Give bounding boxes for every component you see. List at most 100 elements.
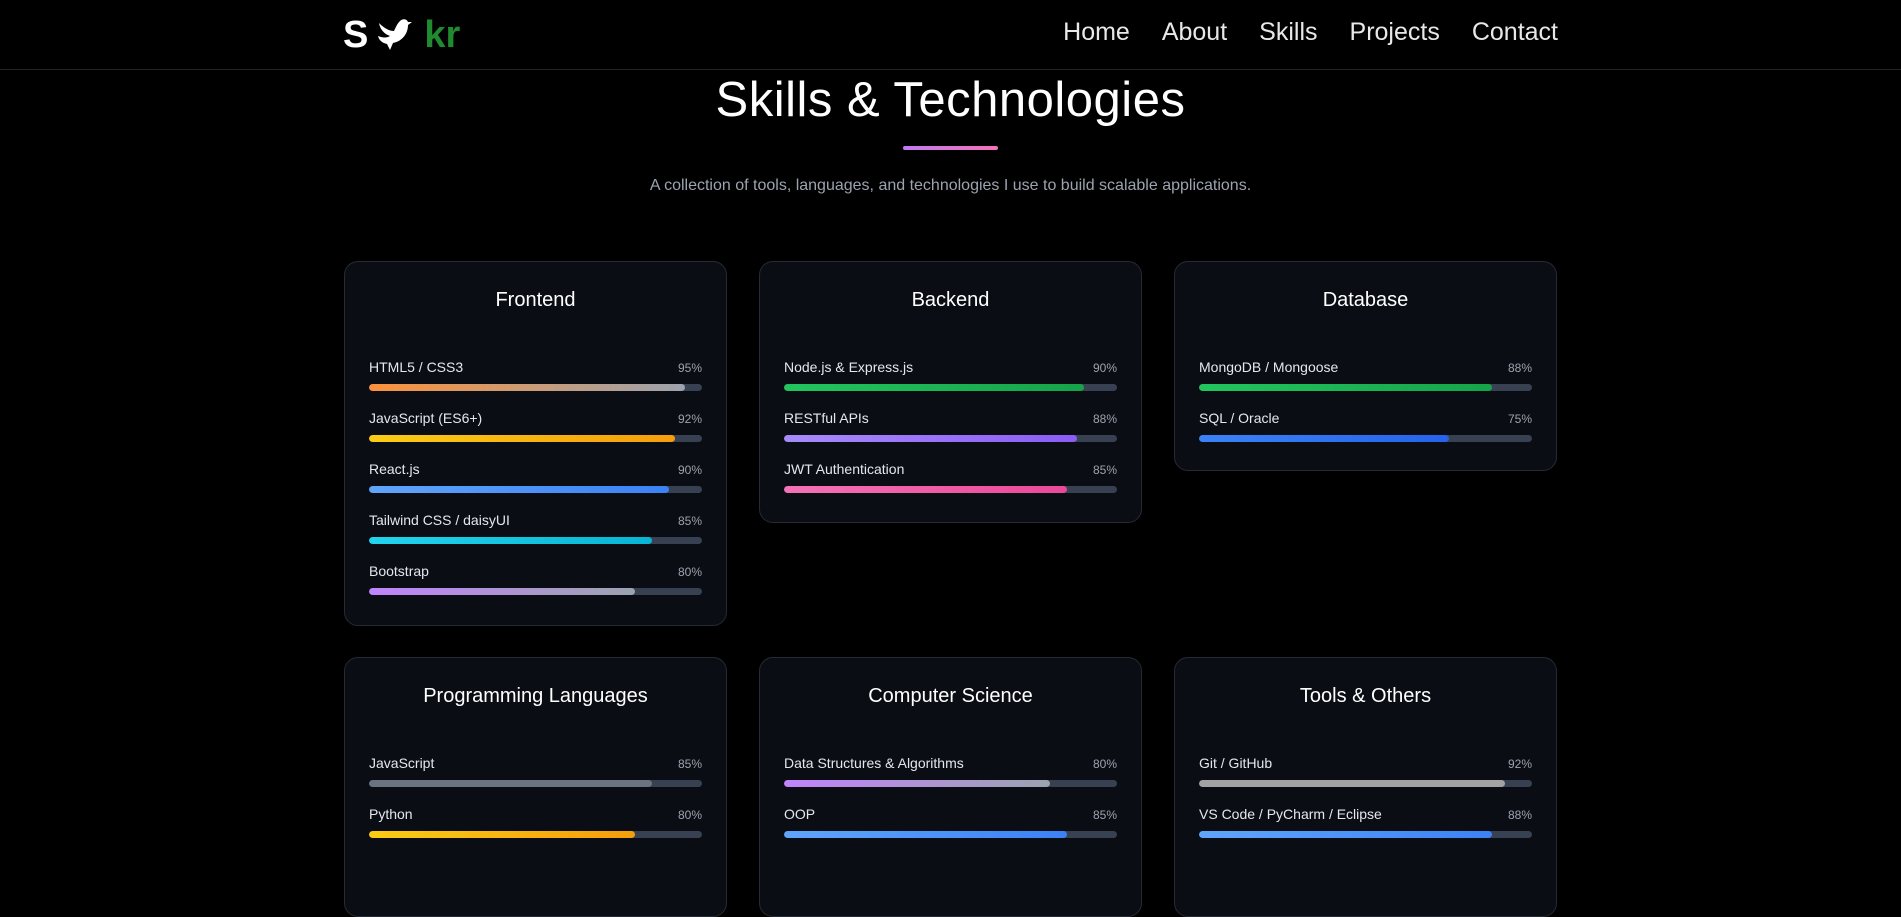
skill-name: Git / GitHub (1199, 755, 1273, 771)
skill-item: RESTful APIs 88% (784, 410, 1117, 461)
skill-item: Git / GitHub 92% (1199, 755, 1532, 806)
skill-progress-track (369, 831, 702, 838)
card-title: Computer Science (868, 685, 1033, 707)
skill-percent: 88% (1092, 412, 1117, 426)
skill-item: MongoDB / Mongoose 88% (1199, 359, 1532, 410)
skill-percent: 75% (1507, 412, 1532, 426)
skill-progress-track (784, 780, 1117, 787)
card-title: Frontend (495, 289, 576, 311)
skill-name: HTML5 / CSS3 (369, 359, 464, 375)
skill-percent: 80% (677, 808, 702, 822)
skill-item: Tailwind CSS / daisyUI 85% (369, 512, 702, 563)
skill-progress-track (1199, 831, 1532, 838)
skill-list: JavaScript 85% Python 80% (345, 755, 726, 857)
skill-percent: 80% (677, 565, 702, 579)
skill-list: MongoDB / Mongoose 88% SQL / Oracle 75% (1175, 359, 1556, 461)
skill-percent: 90% (677, 463, 702, 477)
logo-letter: S (343, 14, 369, 56)
skill-name: Python (369, 806, 413, 822)
skill-card-programming-languages: Programming Languages JavaScript 85% Pyth… (344, 657, 727, 917)
skill-progress-track (369, 435, 702, 442)
skill-progress-fill (784, 384, 1084, 391)
skill-name: JavaScript (369, 755, 435, 771)
skill-progress-fill (784, 780, 1051, 787)
skill-progress-track (369, 486, 702, 493)
skill-progress-fill (1199, 831, 1493, 838)
skill-name: React.js (369, 461, 420, 477)
nav-contact[interactable]: Contact (1472, 18, 1558, 47)
skill-name: RESTful APIs (784, 410, 869, 426)
skill-name: Bootstrap (369, 563, 429, 579)
skill-percent: 92% (1507, 757, 1532, 771)
skill-card-frontend: Frontend HTML5 / CSS3 95% JavaScript (ES6… (344, 261, 727, 626)
nav-projects[interactable]: Projects (1350, 18, 1440, 47)
skill-name: OOP (784, 806, 816, 822)
skill-name: SQL / Oracle (1199, 410, 1280, 426)
skill-progress-track (369, 537, 702, 544)
skill-progress-track (1199, 384, 1532, 391)
skill-percent: 80% (1092, 757, 1117, 771)
skill-card-tools-others: Tools & Others Git / GitHub 92% VS Code /… (1174, 657, 1557, 917)
skill-percent: 88% (1507, 361, 1532, 375)
skill-name: Node.js & Express.js (784, 359, 914, 375)
nav-skills[interactable]: Skills (1259, 18, 1317, 47)
skill-card-computer-science: Computer Science Data Structures & Algor… (759, 657, 1142, 917)
skill-percent: 88% (1507, 808, 1532, 822)
skill-progress-track (784, 831, 1117, 838)
skill-progress-fill (369, 384, 686, 391)
nav-about[interactable]: About (1162, 18, 1227, 47)
nav-home[interactable]: Home (1063, 18, 1130, 47)
skill-progress-track (369, 780, 702, 787)
skill-item: React.js 90% (369, 461, 702, 512)
section-subtitle: A collection of tools, languages, and te… (649, 177, 1252, 194)
skill-progress-track (369, 588, 702, 595)
skill-progress-track (784, 435, 1117, 442)
skill-item: VS Code / PyCharm / Eclipse 88% (1199, 806, 1532, 857)
skill-progress-track (784, 486, 1117, 493)
skill-item: Python 80% (369, 806, 702, 857)
skill-progress-fill (1199, 780, 1506, 787)
skill-percent: 85% (677, 757, 702, 771)
skill-percent: 85% (677, 514, 702, 528)
skill-card-backend: Backend Node.js & Express.js 90% RESTful … (759, 261, 1142, 523)
section-title: Skills & Technologies (715, 73, 1186, 127)
logo-letters: kr (424, 14, 461, 56)
skill-progress-fill (1199, 384, 1493, 391)
skill-progress-fill (369, 780, 653, 787)
skill-item: Data Structures & Algorithms 80% (784, 755, 1117, 806)
skill-progress-fill (1199, 435, 1449, 442)
card-title: Database (1322, 289, 1409, 311)
card-title: Backend (911, 289, 990, 311)
skill-name: JWT Authentication (784, 461, 905, 477)
skill-progress-fill (369, 486, 669, 493)
navbar: S kr Home About Skills Projects Contact (0, 0, 1901, 70)
skill-name: Data Structures & Algorithms (784, 755, 964, 771)
skill-percent: 90% (1092, 361, 1117, 375)
card-title: Tools & Others (1299, 685, 1432, 707)
logo[interactable]: S kr (343, 12, 460, 58)
skill-item: JWT Authentication 85% (784, 461, 1117, 512)
skill-item: JavaScript 85% (369, 755, 702, 806)
skill-list: Data Structures & Algorithms 80% OOP 85% (760, 755, 1141, 857)
skill-progress-track (784, 384, 1117, 391)
title-underline (903, 146, 998, 150)
skill-percent: 92% (677, 412, 702, 426)
skill-item: OOP 85% (784, 806, 1117, 857)
skill-progress-fill (369, 831, 636, 838)
skill-progress-fill (784, 435, 1078, 442)
skill-item: SQL / Oracle 75% (1199, 410, 1532, 461)
dove-icon (376, 17, 416, 53)
skill-item: JavaScript (ES6+) 92% (369, 410, 702, 461)
skill-progress-track (369, 384, 702, 391)
skill-card-database: Database MongoDB / Mongoose 88% SQL / Ora… (1174, 261, 1557, 471)
skill-percent: 95% (677, 361, 702, 375)
skill-progress-fill (369, 435, 676, 442)
skill-item: Node.js & Express.js 90% (784, 359, 1117, 410)
skill-progress-fill (369, 588, 636, 595)
nav-links: Home About Skills Projects Contact (1063, 18, 1558, 47)
skill-name: JavaScript (ES6+) (369, 410, 483, 426)
skill-name: Tailwind CSS / daisyUI (369, 512, 510, 528)
card-title: Programming Languages (423, 685, 648, 707)
skill-item: Bootstrap 80% (369, 563, 702, 614)
skill-progress-fill (784, 486, 1068, 493)
